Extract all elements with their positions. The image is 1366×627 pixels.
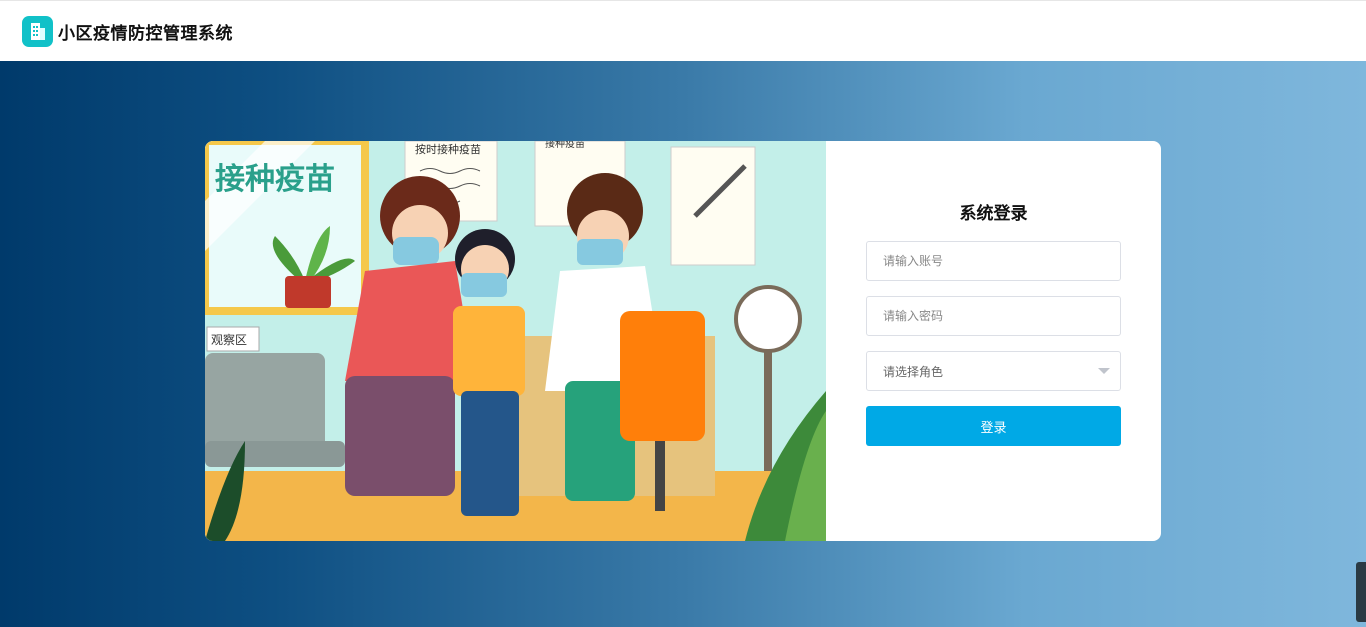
login-panel: 系统登录 请选择角色 登录 bbox=[826, 141, 1161, 541]
poster1-text: 按时接种疫苗 bbox=[415, 142, 481, 156]
top-header: 小区疫情防控管理系统 bbox=[0, 0, 1366, 61]
chevron-down-icon bbox=[1098, 368, 1110, 374]
building-icon bbox=[22, 15, 53, 47]
sign-text: 观察区 bbox=[211, 333, 247, 347]
poster2-text: 接种疫苗 bbox=[545, 141, 585, 150]
vaccination-illustration: 接种疫苗 按时接种疫苗 接种疫苗 观察区 bbox=[205, 141, 826, 541]
login-card: 接种疫苗 按时接种疫苗 接种疫苗 观察区 系统登录 请输入账号 请选择角色 登录 bbox=[205, 141, 1161, 541]
banner-text: 接种疫苗 bbox=[215, 162, 335, 197]
login-button[interactable]: 登录 bbox=[866, 406, 1121, 446]
side-widget-handle[interactable] bbox=[1356, 562, 1366, 622]
role-select[interactable]: 请选择角色 bbox=[866, 351, 1121, 391]
role-select-value: 请选择角色 bbox=[866, 351, 1121, 391]
password-input[interactable] bbox=[866, 296, 1121, 336]
account-input[interactable] bbox=[866, 241, 1121, 281]
app-title: 小区疫情防控管理系统 bbox=[58, 23, 233, 44]
login-title: 系统登录 bbox=[959, 204, 1028, 224]
